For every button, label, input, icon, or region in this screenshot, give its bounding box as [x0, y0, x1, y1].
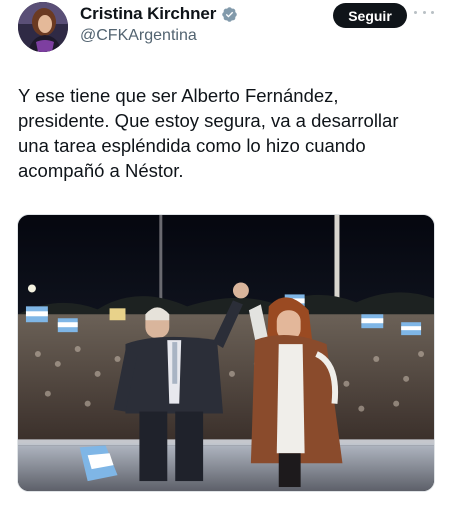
verified-badge-icon [221, 6, 238, 23]
tweet-photo[interactable] [17, 214, 435, 492]
tweet-text-line: Y ese tiene que ser Alberto Fernández, [18, 85, 339, 106]
avatar-photo-icon [18, 2, 68, 52]
author-avatar[interactable] [18, 2, 68, 52]
tweet-text-line: presidente. Que estoy segura, va a desar… [18, 110, 399, 131]
follow-button[interactable]: Seguir [333, 3, 407, 28]
more-dots-icon[interactable] [414, 4, 434, 20]
tweet-text: Y ese tiene que ser Alberto Fernández, p… [18, 83, 443, 183]
tweet-card: Cristina Kirchner @CFKArgentina Seguir Y… [0, 0, 456, 506]
author-handle[interactable]: @CFKArgentina [80, 27, 197, 45]
author-name-row: Cristina Kirchner [80, 4, 238, 24]
tweet-text-line: acompañó a Néstor. [18, 160, 184, 181]
tweet-text-line: una tarea espléndida como lo hizo cuando [18, 135, 366, 156]
author-display-name[interactable]: Cristina Kirchner [80, 4, 216, 24]
rally-stage-photo-icon [18, 215, 434, 491]
